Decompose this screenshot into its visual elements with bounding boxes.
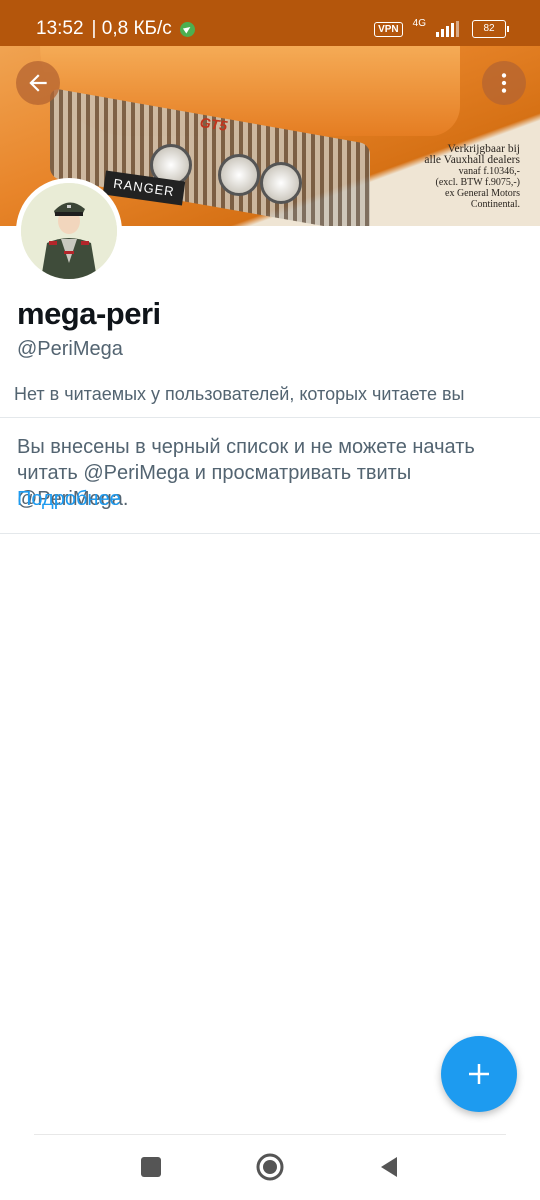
status-bar: 13:52 | 0,8 КБ/с VPN 4G 82 (0, 0, 540, 46)
status-speed: | 0,8 КБ/с (91, 18, 172, 39)
home-button[interactable] (253, 1150, 287, 1184)
square-icon (141, 1157, 161, 1177)
battery-indicator: 82 (472, 20, 509, 38)
ad-line: Continental. (470, 199, 520, 210)
arrow-left-icon (29, 74, 47, 92)
plus-icon (469, 1064, 489, 1084)
navbar-divider (34, 1134, 506, 1135)
avatar-image (21, 183, 117, 279)
profile-display-name: mega-peri (17, 296, 161, 331)
circle-icon (256, 1153, 284, 1181)
signal-icon (436, 21, 459, 37)
banner-headlight (218, 154, 260, 196)
ad-line: (excl. BTW f.9075,-) (435, 177, 520, 188)
network-type: 4G (412, 17, 426, 29)
telegram-icon (179, 21, 195, 37)
learn-more-link[interactable]: Подробнее (17, 488, 121, 511)
compose-tweet-button[interactable] (441, 1036, 517, 1112)
system-back-button[interactable] (372, 1150, 406, 1184)
ad-line: alle Vauxhall dealers (424, 154, 520, 166)
vpn-badge: VPN (374, 21, 403, 37)
divider (0, 533, 540, 534)
avatar[interactable] (16, 178, 122, 284)
vertical-ellipsis-icon (501, 73, 507, 93)
profile-handle: @PeriMega (17, 338, 123, 360)
banner-headlight (260, 162, 302, 204)
banner-ad-text: Verkrijgbaar bij alle Vauxhall dealers v… (400, 143, 520, 210)
more-options-button[interactable] (482, 61, 526, 105)
status-time: 13:52 (36, 18, 84, 39)
recent-apps-button[interactable] (134, 1150, 168, 1184)
ad-line: vanaf f.10346,- (458, 166, 520, 177)
triangle-icon (381, 1157, 397, 1177)
back-button[interactable] (16, 61, 60, 105)
divider (0, 417, 540, 418)
ad-line: ex General Motors (445, 188, 520, 199)
followed-by-info: Нет в читаемых у пользователей, которых … (14, 384, 465, 404)
